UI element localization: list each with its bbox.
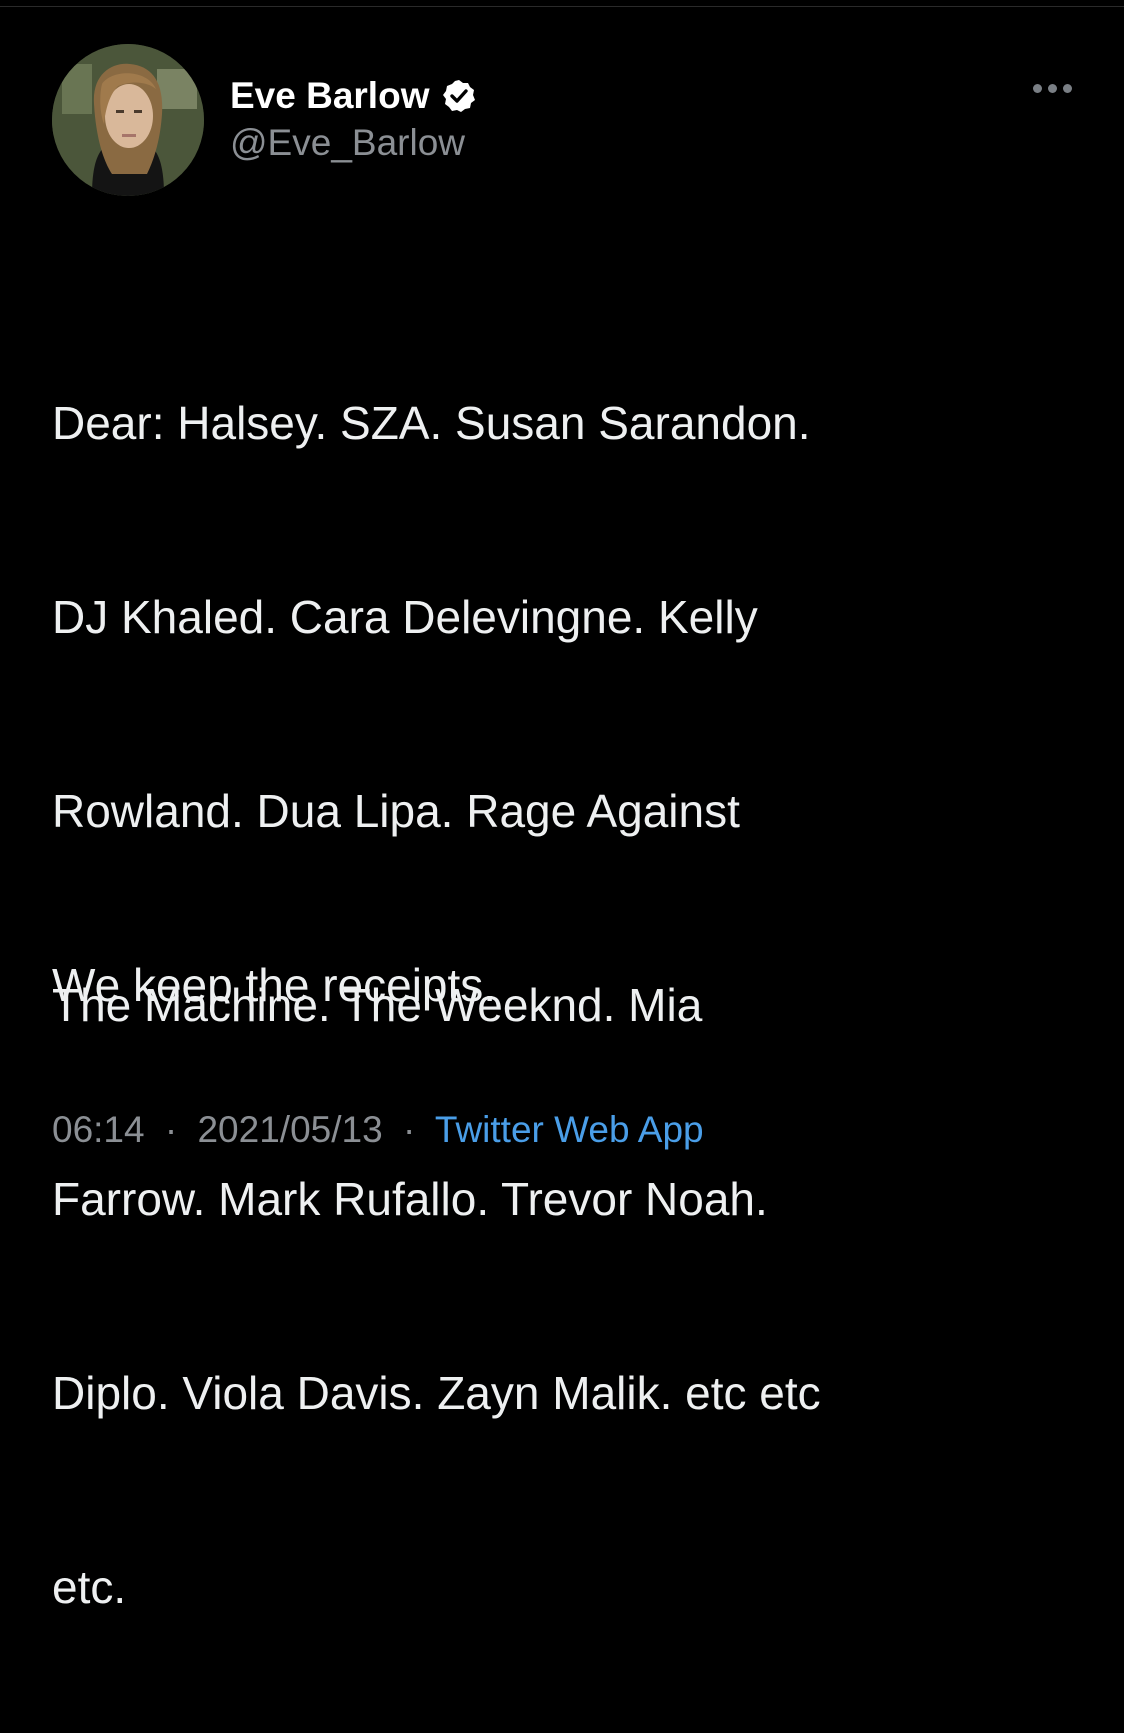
tweet-header: Eve Barlow @Eve_Barlow	[52, 44, 477, 196]
more-options-button[interactable]	[1033, 84, 1072, 93]
tweet-text-line: Rowland. Dua Lipa. Rage Against	[52, 785, 740, 837]
avatar[interactable]	[52, 44, 204, 196]
tweet-time[interactable]: 06:14	[52, 1109, 145, 1150]
verified-badge-icon	[441, 78, 477, 114]
tweet-date[interactable]: 2021/05/13	[197, 1109, 382, 1150]
author-handle[interactable]: @Eve_Barlow	[230, 120, 477, 166]
display-name-row: Eve Barlow	[230, 74, 477, 118]
more-dots-icon	[1063, 84, 1072, 93]
meta-separator: ·	[402, 1109, 416, 1150]
tweet-text-line: Dear: Halsey. SZA. Susan Sarandon.	[52, 397, 811, 449]
more-dots-icon	[1033, 84, 1042, 93]
author-names: Eve Barlow @Eve_Barlow	[230, 74, 477, 166]
tweet-text-line: Diplo. Viola Davis. Zayn Malik. etc etc	[52, 1367, 821, 1419]
tweet-meta: 06:14 · 2021/05/13 · Twitter Web App	[52, 1106, 704, 1154]
tweet-text-line: etc.	[52, 1561, 127, 1613]
tweet-source-link[interactable]: Twitter Web App	[435, 1109, 704, 1150]
display-name[interactable]: Eve Barlow	[230, 74, 429, 118]
avatar-photo-icon	[52, 44, 204, 196]
more-dots-icon	[1048, 84, 1057, 93]
tweet-text-line: DJ Khaled. Cara Delevingne. Kelly	[52, 591, 758, 643]
top-divider	[0, 0, 1124, 7]
tweet-second-paragraph: We keep the receipts.	[52, 959, 497, 1011]
meta-separator: ·	[164, 1109, 178, 1150]
